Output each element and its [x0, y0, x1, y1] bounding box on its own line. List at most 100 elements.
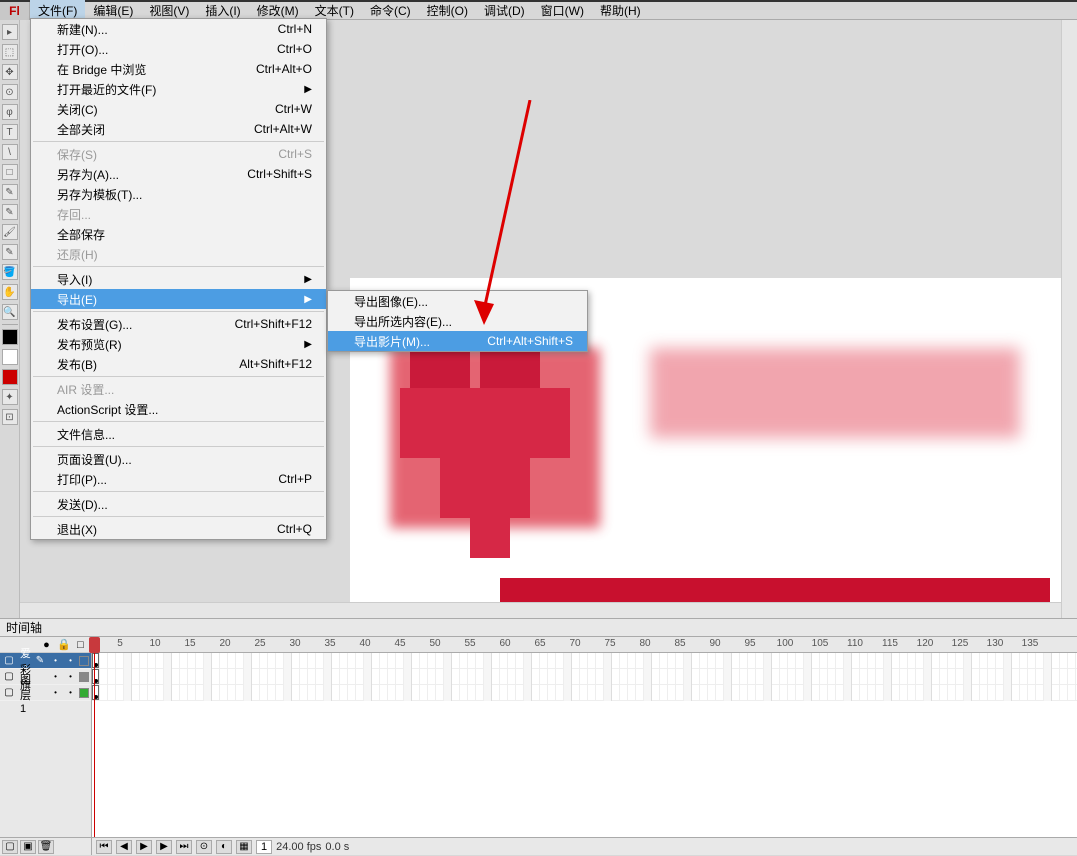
export-submenu-item[interactable]: 导出影片(M)...Ctrl+Alt+Shift+S [328, 331, 587, 351]
rectangle-tool-icon[interactable]: □ [2, 164, 18, 180]
free-transform-tool-icon[interactable]: ✥ [2, 64, 18, 80]
layer-outline-color[interactable] [79, 656, 89, 666]
file-menu-item[interactable]: 退出(X)Ctrl+Q [31, 519, 326, 539]
text-tool-icon[interactable]: T [2, 124, 18, 140]
layer-visibility-dot[interactable]: • [49, 672, 62, 681]
file-menu-item[interactable]: 打开最近的文件(F)▶ [31, 79, 326, 99]
file-menu-item[interactable]: 另存为(A)...Ctrl+Shift+S [31, 164, 326, 184]
tool-option-1-icon[interactable]: ✦ [2, 389, 18, 405]
pen-tool-icon[interactable]: φ [2, 104, 18, 120]
file-menu-item[interactable]: 打开(O)...Ctrl+O [31, 39, 326, 59]
canvas-horizontal-scrollbar[interactable] [20, 602, 1061, 618]
layer-outline-color[interactable] [79, 688, 89, 698]
file-menu-item[interactable]: 页面设置(U)... [31, 449, 326, 469]
file-menu-item[interactable]: 全部保存 [31, 224, 326, 244]
last-frame-icon[interactable]: ⏭ [176, 840, 192, 854]
menu-item-label: 导出(E) [57, 291, 97, 308]
selection-tool-icon[interactable]: ▸ [2, 24, 18, 40]
prev-frame-icon[interactable]: ◀ [116, 840, 132, 854]
first-frame-icon[interactable]: ⏮ [96, 840, 112, 854]
stroke-color-swatch[interactable] [2, 329, 18, 345]
menu-control[interactable]: 控制(O) [419, 0, 476, 21]
pencil-tool-icon[interactable]: ✎ [2, 184, 18, 200]
line-tool-icon[interactable]: \ [2, 144, 18, 160]
subselect-tool-icon[interactable]: ⬚ [2, 44, 18, 60]
delete-layer-icon[interactable]: 🗑 [38, 840, 54, 854]
edit-multi-frames-icon[interactable]: ▦ [236, 840, 252, 854]
track-row[interactable] [92, 669, 1077, 685]
layer-type-icon: ▢ [2, 687, 16, 698]
track-row[interactable] [92, 653, 1077, 669]
zoom-tool-icon[interactable]: 🔍 [2, 304, 18, 320]
menu-window[interactable]: 窗口(W) [533, 0, 592, 21]
onion-skin-outline-icon[interactable]: ◐ [216, 840, 232, 854]
hand-tool-icon[interactable]: ✋ [2, 284, 18, 300]
new-folder-icon[interactable]: ▣ [20, 840, 36, 854]
file-menu-dropdown: 新建(N)...Ctrl+N打开(O)...Ctrl+O在 Bridge 中浏览… [30, 18, 327, 540]
fill-color-swatch[interactable] [2, 369, 18, 385]
lasso-tool-icon[interactable]: ⊙ [2, 84, 18, 100]
file-menu-item[interactable]: 打印(P)...Ctrl+P [31, 469, 326, 489]
timeline-ruler[interactable]: 5101520253035404550556065707580859095100… [92, 637, 1077, 653]
ruler-mark: 110 [847, 638, 863, 649]
submenu-arrow-icon: ▶ [304, 274, 312, 285]
file-menu-item[interactable]: 发布预览(R)▶ [31, 334, 326, 354]
frame-footer: ⏮ ◀ ▶ ▶ ⏭ ⊙ ◐ ▦ 1 24.00 fps 0.0 s [92, 837, 1077, 855]
file-menu-item[interactable]: 关闭(C)Ctrl+W [31, 99, 326, 119]
export-submenu-item[interactable]: 导出所选内容(E)... [328, 311, 587, 331]
file-menu-item[interactable]: 导出(E)▶ [31, 289, 326, 309]
layer-visibility-dot[interactable]: • [49, 656, 62, 665]
layer-row[interactable]: ▢ 图层 1 • • [0, 685, 91, 701]
play-icon[interactable]: ▶ [136, 840, 152, 854]
brush-tool-icon[interactable]: ✎ [2, 204, 18, 220]
file-menu-item[interactable]: 文件信息... [31, 424, 326, 444]
ruler-mark: 5 [117, 638, 123, 649]
next-frame-icon[interactable]: ▶ [156, 840, 172, 854]
onion-skin-icon[interactable]: ⊙ [196, 840, 212, 854]
file-menu-item[interactable]: 发送(D)... [31, 494, 326, 514]
canvas-vertical-scrollbar[interactable] [1061, 20, 1077, 618]
outline-header-icon[interactable]: □ [74, 639, 87, 651]
menu-help[interactable]: 帮助(H) [592, 0, 649, 21]
file-menu-item[interactable]: 发布设置(G)...Ctrl+Shift+F12 [31, 314, 326, 334]
tool-column: ▸ ⬚ ✥ ⊙ φ T \ □ ✎ ✎ 🖌 ✎ 🪣 ✋ 🔍 ✦ ⊡ [0, 20, 20, 618]
export-submenu-item[interactable]: 导出图像(E)... [328, 291, 587, 311]
frame-tracks[interactable] [92, 653, 1077, 837]
layer-outline-color[interactable] [79, 672, 89, 682]
file-menu-item[interactable]: ActionScript 设置... [31, 399, 326, 419]
submenu-item-label: 导出图像(E)... [354, 293, 428, 310]
layer-row[interactable]: ▢ 彩旗 • • [0, 669, 91, 685]
playhead-handle-icon[interactable] [89, 637, 100, 653]
file-menu-item[interactable]: 在 Bridge 中浏览Ctrl+Alt+O [31, 59, 326, 79]
deco-tool-icon[interactable]: 🖌 [2, 224, 18, 240]
menu-debug[interactable]: 调试(D) [476, 0, 533, 21]
timeline-tab[interactable]: 时间轴 [0, 619, 1077, 637]
file-menu-item[interactable]: 另存为模板(T)... [31, 184, 326, 204]
tool-option-2-icon[interactable]: ⊡ [2, 409, 18, 425]
menu-shortcut: Ctrl+O [277, 42, 312, 56]
playhead[interactable] [94, 653, 95, 837]
current-frame-field[interactable]: 1 [256, 840, 272, 854]
swap-colors-icon[interactable] [2, 349, 18, 365]
eye-header-icon[interactable]: ● [40, 639, 53, 651]
menu-divider [33, 376, 324, 377]
menu-item-label: 发布设置(G)... [57, 316, 132, 333]
layer-lock-dot[interactable]: • [64, 688, 77, 697]
paint-bucket-tool-icon[interactable]: 🪣 [2, 264, 18, 280]
layer-visibility-dot[interactable]: • [49, 688, 62, 697]
new-layer-icon[interactable]: ▢ [2, 840, 18, 854]
file-menu-item[interactable]: 全部关闭Ctrl+Alt+W [31, 119, 326, 139]
file-menu-item[interactable]: 新建(N)...Ctrl+N [31, 19, 326, 39]
file-menu-item[interactable]: 导入(I)▶ [31, 269, 326, 289]
layer-row[interactable]: ▢ 爱心 ✎ • • [0, 653, 91, 669]
layer-lock-dot[interactable]: • [64, 656, 77, 665]
menu-command[interactable]: 命令(C) [362, 0, 419, 21]
bone-tool-icon[interactable]: ✎ [2, 244, 18, 260]
file-menu-item[interactable]: 发布(B)Alt+Shift+F12 [31, 354, 326, 374]
track-row[interactable] [92, 685, 1077, 701]
layer-lock-dot[interactable]: • [64, 672, 77, 681]
menu-divider [33, 446, 324, 447]
menu-divider [33, 311, 324, 312]
ruler-mark: 40 [359, 638, 370, 649]
lock-header-icon[interactable]: 🔒 [57, 638, 70, 651]
